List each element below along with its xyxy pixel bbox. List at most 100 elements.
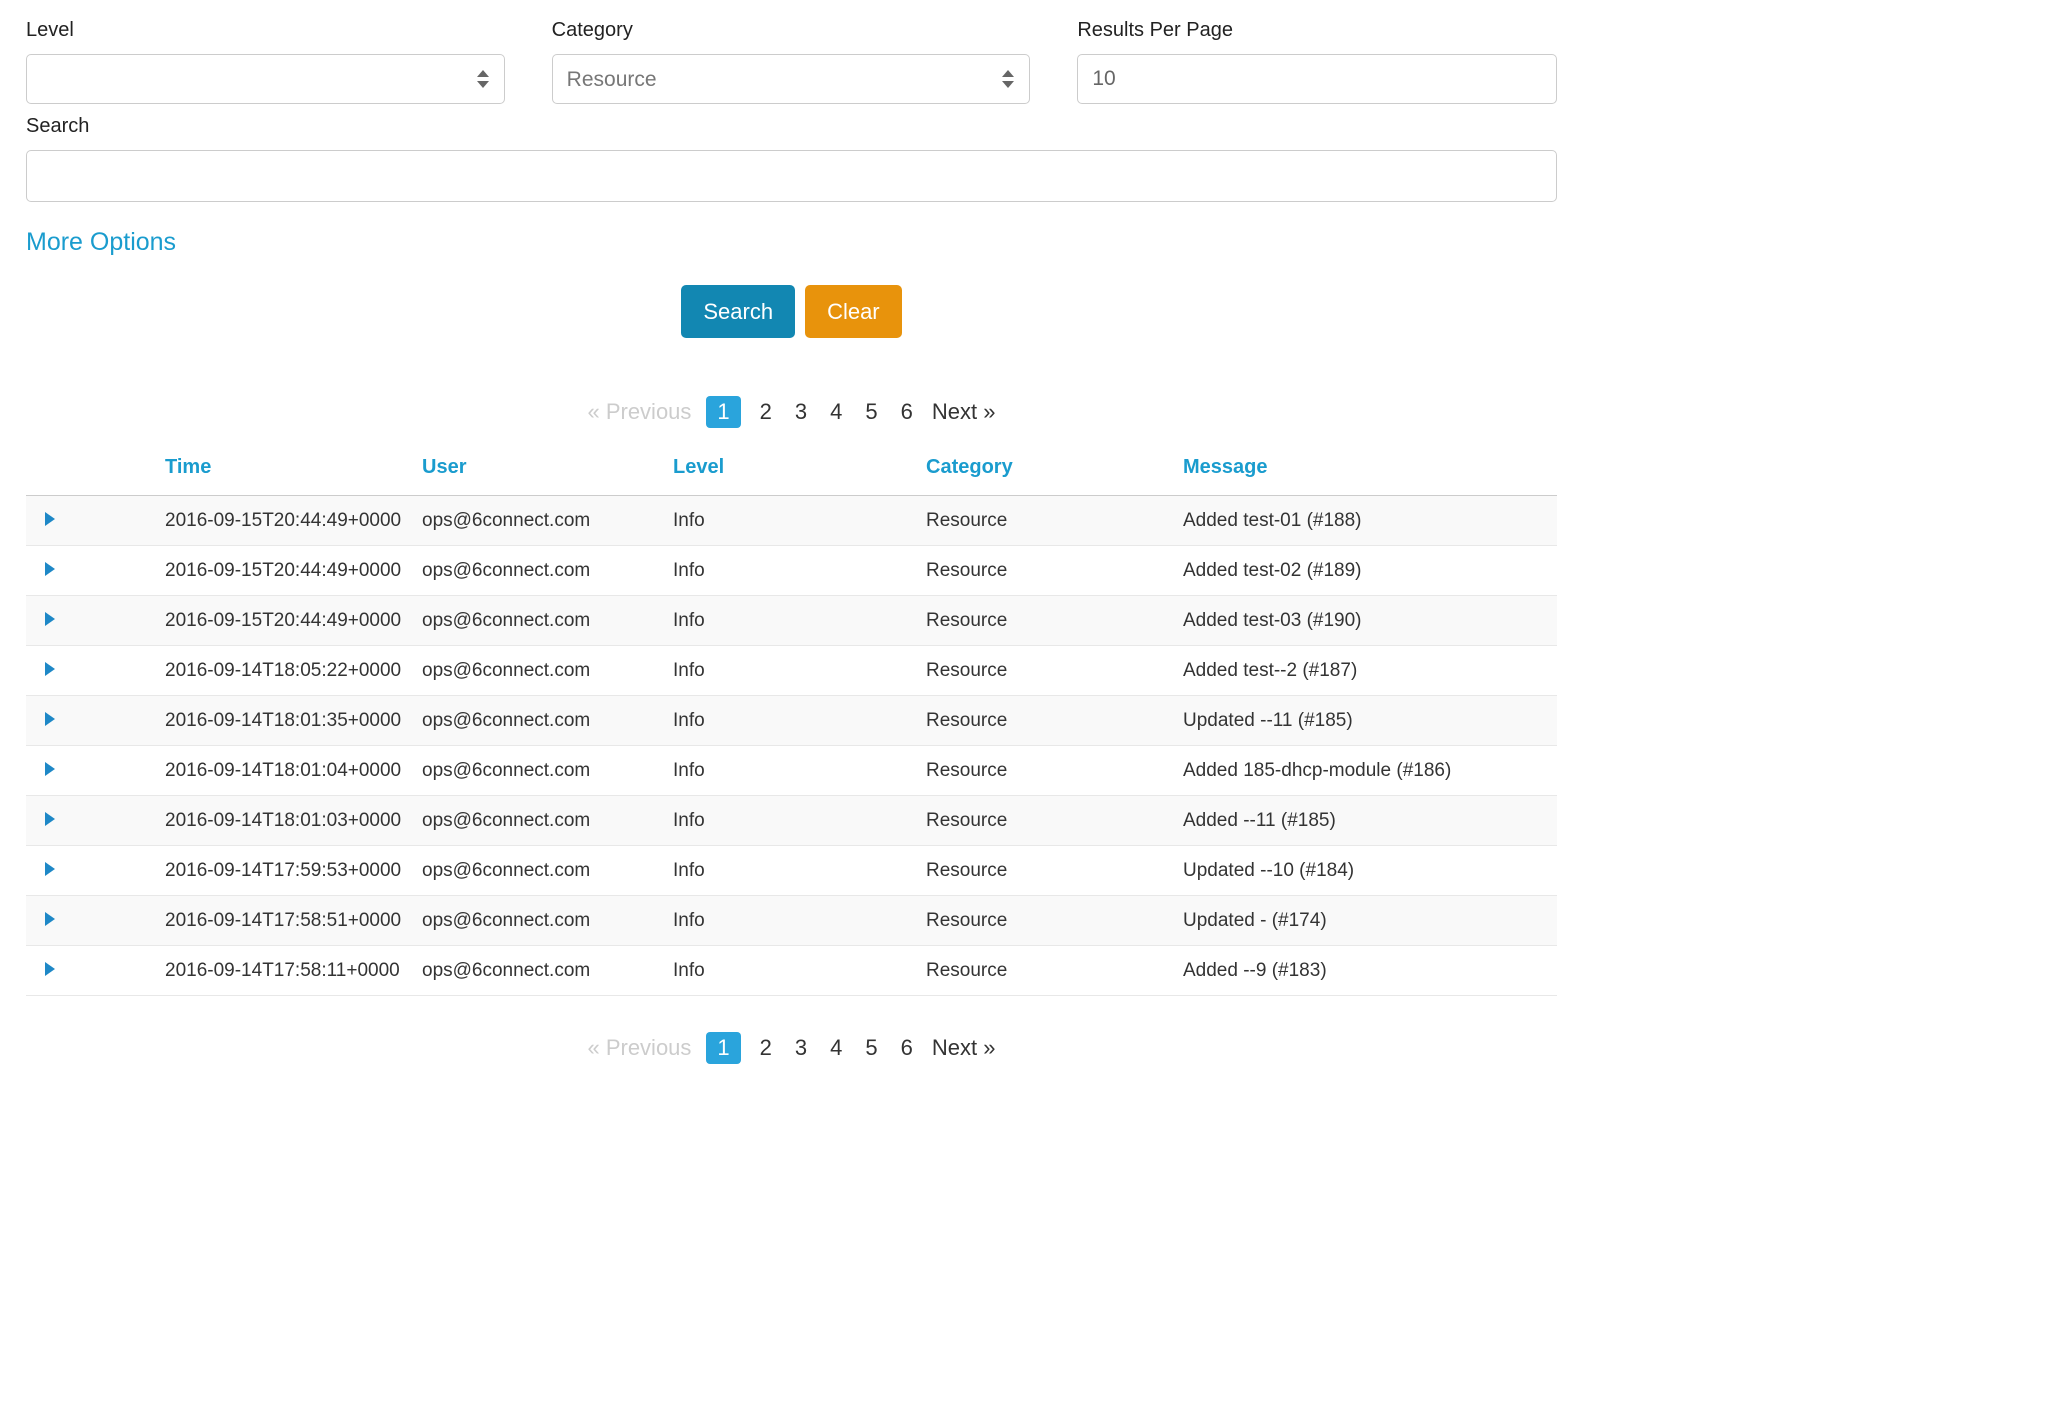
expand-cell [26, 796, 165, 846]
cell-user: ops@6connect.com [422, 846, 673, 896]
page-number[interactable]: 6 [897, 396, 917, 428]
cell-time: 2016-09-15T20:44:49+0000 [165, 496, 422, 546]
expand-cell [26, 646, 165, 696]
expand-row-icon[interactable] [45, 512, 55, 526]
cell-message: Updated --10 (#184) [1183, 846, 1557, 896]
page-number-active[interactable]: 1 [706, 396, 740, 428]
page-number[interactable]: 2 [756, 396, 776, 428]
expand-cell [26, 846, 165, 896]
cell-user: ops@6connect.com [422, 546, 673, 596]
more-options-link[interactable]: More Options [26, 228, 176, 257]
cell-message: Updated --11 (#185) [1183, 696, 1557, 746]
cell-category: Resource [926, 546, 1183, 596]
category-select[interactable]: Resource [552, 54, 1031, 104]
cell-time: 2016-09-15T20:44:49+0000 [165, 596, 422, 646]
expand-row-icon[interactable] [45, 912, 55, 926]
page-number[interactable]: 3 [791, 1032, 811, 1064]
expand-row-icon[interactable] [45, 862, 55, 876]
cell-time: 2016-09-14T18:01:35+0000 [165, 696, 422, 746]
pagination-previous[interactable]: « Previous [587, 1035, 691, 1061]
column-header-user[interactable]: User [422, 450, 673, 496]
column-header-message[interactable]: Message [1183, 450, 1557, 496]
cell-category: Resource [926, 896, 1183, 946]
page-number[interactable]: 4 [826, 1032, 846, 1064]
expand-cell [26, 896, 165, 946]
expand-row-icon[interactable] [45, 612, 55, 626]
table-row: 2016-09-14T18:01:03+0000 ops@6connect.co… [26, 796, 1557, 846]
cell-user: ops@6connect.com [422, 896, 673, 946]
cell-message: Added test-01 (#188) [1183, 496, 1557, 546]
cell-message: Added test-03 (#190) [1183, 596, 1557, 646]
table-row: 2016-09-14T17:59:53+0000 ops@6connect.co… [26, 846, 1557, 896]
table-row: 2016-09-15T20:44:49+0000 ops@6connect.co… [26, 496, 1557, 546]
table-row: 2016-09-15T20:44:49+0000 ops@6connect.co… [26, 596, 1557, 646]
cell-message: Updated - (#174) [1183, 896, 1557, 946]
cell-level: Info [673, 746, 926, 796]
cell-message: Added --9 (#183) [1183, 946, 1557, 996]
page-number[interactable]: 3 [791, 396, 811, 428]
page-number[interactable]: 2 [756, 1032, 776, 1064]
page-number[interactable]: 6 [897, 1032, 917, 1064]
column-header-time[interactable]: Time [165, 450, 422, 496]
expand-cell [26, 546, 165, 596]
results-per-page-filter: Results Per Page [1077, 18, 1557, 104]
log-viewer-page: Level Category Resource Results Per Page… [0, 0, 1557, 1064]
search-button[interactable]: Search [681, 285, 795, 338]
cell-level: Info [673, 546, 926, 596]
expand-cell [26, 596, 165, 646]
cell-message: Added --11 (#185) [1183, 796, 1557, 846]
table-row: 2016-09-14T18:01:35+0000 ops@6connect.co… [26, 696, 1557, 746]
cell-level: Info [673, 496, 926, 546]
column-header-category[interactable]: Category [926, 450, 1183, 496]
page-number[interactable]: 5 [861, 1032, 881, 1064]
cell-user: ops@6connect.com [422, 496, 673, 546]
cell-category: Resource [926, 946, 1183, 996]
results-per-page-input[interactable] [1077, 54, 1557, 104]
pagination-next[interactable]: Next » [932, 399, 996, 425]
expand-row-icon[interactable] [45, 562, 55, 576]
page-number[interactable]: 5 [861, 396, 881, 428]
column-header-level[interactable]: Level [673, 450, 926, 496]
action-buttons: Search Clear [26, 285, 1557, 338]
level-select-wrap [26, 54, 505, 104]
expand-row-icon[interactable] [45, 712, 55, 726]
page-number[interactable]: 4 [826, 396, 846, 428]
cell-category: Resource [926, 746, 1183, 796]
level-filter: Level [26, 18, 505, 104]
cell-time: 2016-09-14T17:58:11+0000 [165, 946, 422, 996]
page-number-active[interactable]: 1 [706, 1032, 740, 1064]
cell-user: ops@6connect.com [422, 746, 673, 796]
filter-row: Level Category Resource Results Per Page [26, 18, 1557, 104]
cell-level: Info [673, 596, 926, 646]
table-row: 2016-09-15T20:44:49+0000 ops@6connect.co… [26, 546, 1557, 596]
expand-row-icon[interactable] [45, 762, 55, 776]
pagination-next[interactable]: Next » [932, 1035, 996, 1061]
cell-category: Resource [926, 696, 1183, 746]
category-label: Category [552, 18, 1031, 42]
search-block: Search [26, 114, 1557, 202]
level-select[interactable] [26, 54, 505, 104]
expand-row-icon[interactable] [45, 812, 55, 826]
cell-user: ops@6connect.com [422, 646, 673, 696]
search-input[interactable] [26, 150, 1557, 202]
cell-message: Added test--2 (#187) [1183, 646, 1557, 696]
cell-user: ops@6connect.com [422, 796, 673, 846]
cell-level: Info [673, 846, 926, 896]
cell-category: Resource [926, 596, 1183, 646]
table-row: 2016-09-14T17:58:11+0000 ops@6connect.co… [26, 946, 1557, 996]
level-label: Level [26, 18, 505, 42]
expand-row-icon[interactable] [45, 962, 55, 976]
pagination: « Previous 123456 Next » [26, 396, 1557, 428]
expand-cell [26, 746, 165, 796]
cell-time: 2016-09-14T17:58:51+0000 [165, 896, 422, 946]
pagination-previous[interactable]: « Previous [587, 399, 691, 425]
cell-level: Info [673, 646, 926, 696]
cell-level: Info [673, 946, 926, 996]
results-per-page-label: Results Per Page [1077, 18, 1557, 42]
cell-time: 2016-09-14T18:05:22+0000 [165, 646, 422, 696]
expand-row-icon[interactable] [45, 662, 55, 676]
cell-category: Resource [926, 796, 1183, 846]
clear-button[interactable]: Clear [805, 285, 902, 338]
search-label: Search [26, 114, 1557, 138]
cell-time: 2016-09-14T18:01:04+0000 [165, 746, 422, 796]
